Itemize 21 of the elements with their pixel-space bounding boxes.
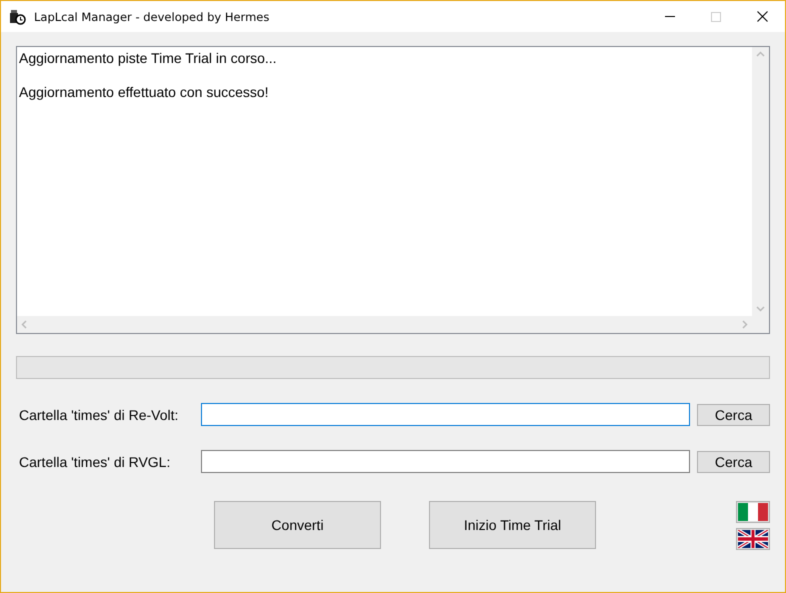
folder-path-field[interactable] [200,450,690,473]
action-button[interactable]: Converti [214,501,381,549]
folder-path-field[interactable] [200,403,690,426]
english-flag-button[interactable] [736,528,770,550]
minimize-icon [665,16,675,17]
maximize-icon [711,12,721,22]
field-label: Cartella 'times' di RVGL: [18,454,172,470]
browse-button[interactable]: Cerca [697,404,770,426]
scroll-left-icon[interactable] [21,320,27,329]
browse-button[interactable]: Cerca [697,450,770,472]
field-label: Cartella 'times' di Re-Volt: [18,406,180,422]
log-line: Aggiornamento effettuato con successo! [19,84,270,100]
scroll-up-icon[interactable] [756,51,765,57]
log-line: Aggiornamento piste Time Trial in corso... [19,50,278,66]
window-title: LapLcal Manager - developed by Hermes [34,10,270,24]
action-button[interactable]: Inizio Time Trial [429,501,596,549]
italian-flag-button[interactable] [736,501,770,523]
scroll-right-icon[interactable] [742,320,748,329]
app-icon [9,8,26,24]
close-icon [756,11,768,22]
scroll-down-icon[interactable] [756,306,765,312]
